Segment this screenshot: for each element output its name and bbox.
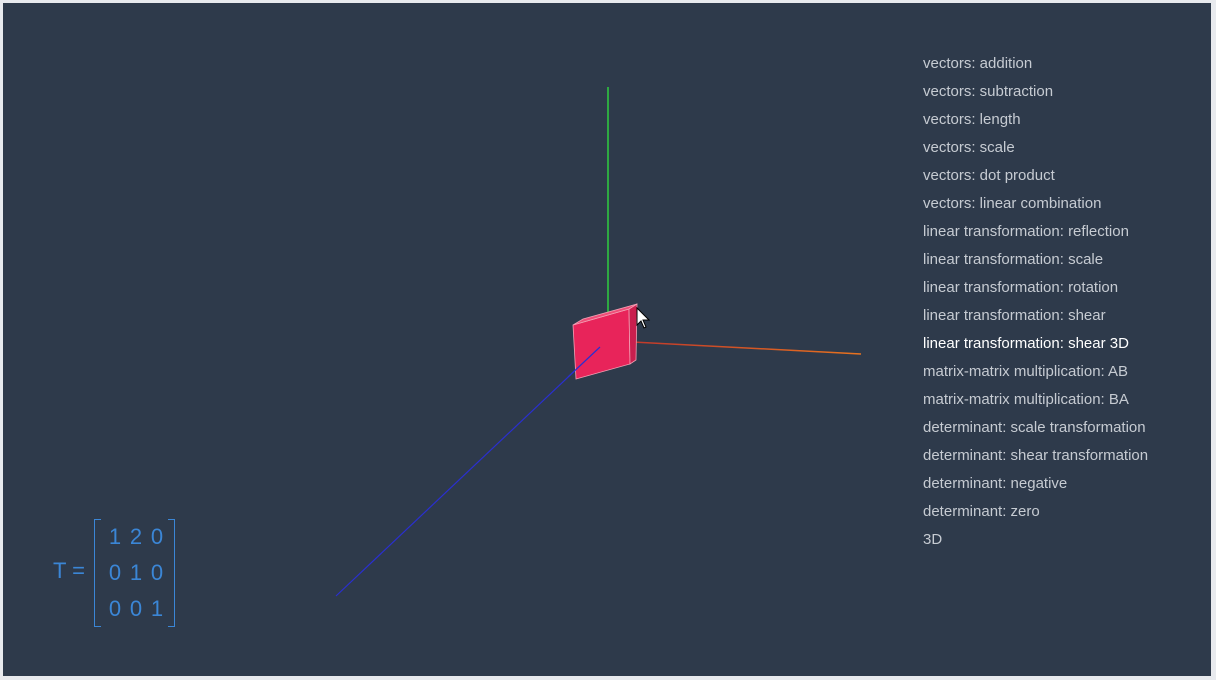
- sheared-cube[interactable]: [572, 303, 638, 380]
- z-axis: [335, 346, 601, 597]
- menu-item[interactable]: linear transformation: rotation: [923, 274, 1148, 302]
- matrix-row: 0 0 1: [104, 591, 168, 627]
- menu-item[interactable]: matrix-matrix multiplication: BA: [923, 386, 1148, 414]
- menu-item[interactable]: linear transformation: shear: [923, 302, 1148, 330]
- matrix-cell: 0: [150, 524, 164, 549]
- menu-item[interactable]: determinant: negative: [923, 470, 1148, 498]
- menu-item[interactable]: determinant: scale transformation: [923, 414, 1148, 442]
- matrix-row: 1 2 0: [104, 519, 168, 555]
- demo-menu: vectors: addition vectors: subtraction vec…: [923, 50, 1148, 554]
- menu-item[interactable]: vectors: linear combination: [923, 190, 1148, 218]
- menu-item[interactable]: vectors: length: [923, 106, 1148, 134]
- matrix-cell: 1: [150, 596, 164, 621]
- mouse-cursor-icon: [636, 306, 651, 329]
- menu-item[interactable]: 3D: [923, 526, 1148, 554]
- menu-item[interactable]: linear transformation: shear 3D: [923, 330, 1148, 358]
- matrix-right-bracket: [168, 519, 175, 627]
- matrix-cell: 2: [129, 524, 143, 549]
- menu-item[interactable]: linear transformation: reflection: [923, 218, 1148, 246]
- menu-item[interactable]: vectors: subtraction: [923, 78, 1148, 106]
- matrix-cell: 0: [129, 596, 143, 621]
- menu-item[interactable]: vectors: addition: [923, 50, 1148, 78]
- matrix-cell: 0: [108, 596, 122, 621]
- matrix-cell: 0: [150, 560, 164, 585]
- viewport[interactable]: vectors: addition vectors: subtraction vec…: [3, 3, 1211, 676]
- menu-item[interactable]: vectors: dot product: [923, 162, 1148, 190]
- menu-item[interactable]: matrix-matrix multiplication: AB: [923, 358, 1148, 386]
- matrix-label: T =: [53, 558, 86, 583]
- transformation-matrix: 1 2 0 0 1 0 0 0 1: [104, 519, 168, 627]
- menu-item[interactable]: determinant: shear transformation: [923, 442, 1148, 470]
- matrix-cell: 1: [129, 560, 143, 585]
- cube-side-face: [628, 303, 638, 365]
- menu-item[interactable]: determinant: zero: [923, 498, 1148, 526]
- x-axis: [632, 341, 862, 355]
- matrix-left-bracket: [94, 519, 101, 627]
- menu-item[interactable]: linear transformation: scale: [923, 246, 1148, 274]
- matrix-cell: 0: [108, 560, 122, 585]
- matrix-row: 0 1 0: [104, 555, 168, 591]
- menu-item[interactable]: vectors: scale: [923, 134, 1148, 162]
- matrix-cell: 1: [108, 524, 122, 549]
